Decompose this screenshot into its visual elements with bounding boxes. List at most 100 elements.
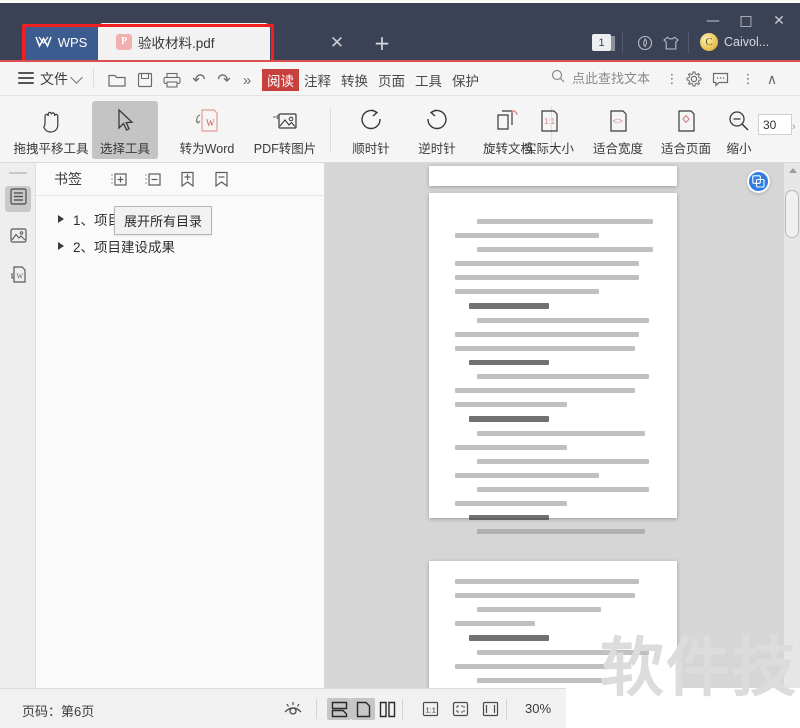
translate-floating-button[interactable] [747, 170, 770, 193]
collapse-ribbon-icon[interactable]: ∧ [761, 69, 783, 89]
pdf-page [429, 166, 677, 186]
expand-all-icon[interactable] [108, 168, 130, 190]
undo-icon[interactable]: ↶ [188, 70, 210, 90]
ribbon-pdf-to-image[interactable]: PDF转图片 [248, 101, 322, 159]
document-viewer[interactable]: 软件技巧 [325, 163, 800, 688]
save-icon[interactable] [134, 70, 156, 90]
ribbon-convert-to-word[interactable]: W 转为Word [170, 101, 244, 159]
scroll-up-arrow-icon[interactable] [789, 168, 797, 173]
actual-size-icon: 1:1 [538, 106, 560, 136]
tab-wps-label: WPS [57, 34, 88, 50]
window-minimize-button[interactable]: — [700, 11, 726, 31]
cursor-select-icon [115, 106, 135, 136]
open-folder-icon[interactable] [106, 70, 128, 90]
tab-document-label: 验收材料.pdf [138, 35, 215, 51]
svg-text:W: W [206, 118, 215, 128]
title-bar: WPS P 验收材料.pdf ✕ + — □ ✕ 1 C Caivol... [0, 3, 800, 63]
search-placeholder-label: 点此查找文本 [572, 71, 651, 86]
rail-bookmark-list-button[interactable] [5, 186, 31, 212]
tab-read[interactable]: 阅读 [262, 69, 299, 91]
ribbon-hand-pan-label: 拖拽平移工具 [13, 142, 89, 156]
ribbon-rotate-cw-label: 顺时针 [352, 142, 390, 156]
vertical-scrollbar[interactable] [784, 163, 800, 688]
overflow-dots-icon[interactable]: ⋮ [661, 69, 683, 89]
watermark-overlay: 软件技巧 [600, 632, 800, 704]
bookmark-panel-title: 书签 [54, 171, 82, 187]
bookmark-panel-header: 书签 [36, 163, 325, 196]
fit-page-icon[interactable] [448, 698, 472, 720]
menubar-divider-1 [93, 68, 94, 87]
rotate-counterclockwise-icon [424, 106, 450, 136]
tab-tools[interactable]: 工具 [410, 69, 447, 91]
ribbon-rotate-counterclockwise[interactable]: 逆时针 [406, 101, 468, 159]
pdf-page-text [429, 193, 677, 534]
ribbon-rotate-ccw-label: 逆时针 [418, 142, 456, 156]
search-icon [551, 69, 565, 86]
ribbon-overflow-icon[interactable]: › [792, 121, 796, 133]
print-icon[interactable] [161, 70, 183, 90]
chevron-right-icon[interactable] [58, 241, 64, 250]
zoom-input[interactable]: 30 [758, 114, 792, 135]
more-dots-icon[interactable]: ⋮ [737, 69, 759, 89]
more-commands-icon[interactable]: » [236, 70, 258, 90]
tab-count-badge[interactable]: 1 [592, 34, 611, 51]
ribbon-actual-size-label: 实际大小 [523, 142, 574, 156]
fit-page-icon [675, 106, 697, 136]
status-divider-2 [402, 699, 403, 719]
hamburger-menu-icon[interactable] [18, 72, 34, 84]
tab-comment[interactable]: 注释 [299, 69, 336, 91]
rail-export-word-button[interactable]: W [5, 264, 31, 290]
ribbon-rotate-clockwise[interactable]: 顺时针 [340, 101, 402, 159]
ribbon-select-tool[interactable]: 选择工具 [92, 101, 158, 159]
thumbnail-icon [9, 228, 27, 248]
tab-document[interactable]: P 验收材料.pdf [98, 23, 270, 60]
account-chip[interactable]: C Caivol... [700, 33, 769, 51]
zoom-out-icon [727, 106, 751, 136]
rail-thumbnail-button[interactable] [5, 225, 31, 251]
remove-bookmark-icon[interactable] [210, 168, 232, 190]
single-page-icon[interactable] [351, 698, 375, 720]
tab-wps-home[interactable]: WPS [24, 24, 98, 60]
file-menu-button[interactable]: 文件 [40, 69, 68, 89]
bookmark-item-label: 2、项目建设成果 [73, 239, 176, 255]
new-tab-button[interactable]: + [372, 31, 392, 55]
window-maximize-button[interactable]: □ [733, 11, 759, 31]
status-divider-3 [506, 699, 507, 719]
tab-protect[interactable]: 保护 [447, 69, 484, 91]
ribbon-hand-pan-tool[interactable]: 拖拽平移工具 [13, 101, 89, 159]
continuous-scroll-icon[interactable] [327, 698, 351, 720]
skin-theme-icon[interactable] [660, 32, 682, 54]
search-box[interactable]: 点此查找文本 [551, 68, 650, 87]
scrollbar-thumb[interactable] [785, 190, 799, 238]
facing-pages-icon[interactable] [375, 698, 399, 720]
translate-icon [752, 175, 765, 188]
ribbon-actual-size[interactable]: 1:1 实际大小 [512, 101, 586, 159]
feedback-icon[interactable] [709, 69, 731, 89]
redo-icon[interactable]: ↷ [213, 70, 235, 90]
page-number-label: 页码：第6页 [22, 704, 95, 719]
export-word-icon: W [10, 266, 27, 288]
settings-gear-icon[interactable] [683, 69, 705, 89]
svg-text:W: W [16, 273, 23, 281]
reading-mode-icon[interactable] [281, 698, 305, 720]
add-bookmark-icon[interactable] [176, 168, 198, 190]
svg-text:1:1: 1:1 [425, 706, 435, 715]
bookmark-item[interactable]: 2、项目建设成果 [36, 232, 325, 259]
window-close-button[interactable]: ✕ [766, 11, 792, 31]
tab-convert[interactable]: 转换 [336, 69, 373, 91]
bookmark-list-icon [9, 188, 27, 210]
tab-close-button[interactable]: ✕ [327, 33, 347, 53]
avatar: C [700, 33, 718, 51]
tab-page[interactable]: 页面 [373, 69, 410, 91]
actual-size-icon[interactable]: 1:1 [418, 698, 442, 720]
collapse-all-icon[interactable] [142, 168, 164, 190]
ribbon-fit-width[interactable]: <> 适合宽度 [582, 101, 654, 159]
chevron-right-icon[interactable] [58, 214, 64, 223]
bookmark-panel: 书签 1、项目概况 2、项目建设成果 [36, 163, 325, 688]
rail-grip [9, 172, 27, 174]
ribbon-fit-width-label: 适合宽度 [592, 142, 643, 156]
tab-count-badge-stack [611, 36, 615, 51]
fit-width-icon[interactable] [478, 698, 502, 720]
cloud-sync-icon[interactable] [634, 32, 656, 54]
svg-text:1:1: 1:1 [544, 117, 556, 126]
